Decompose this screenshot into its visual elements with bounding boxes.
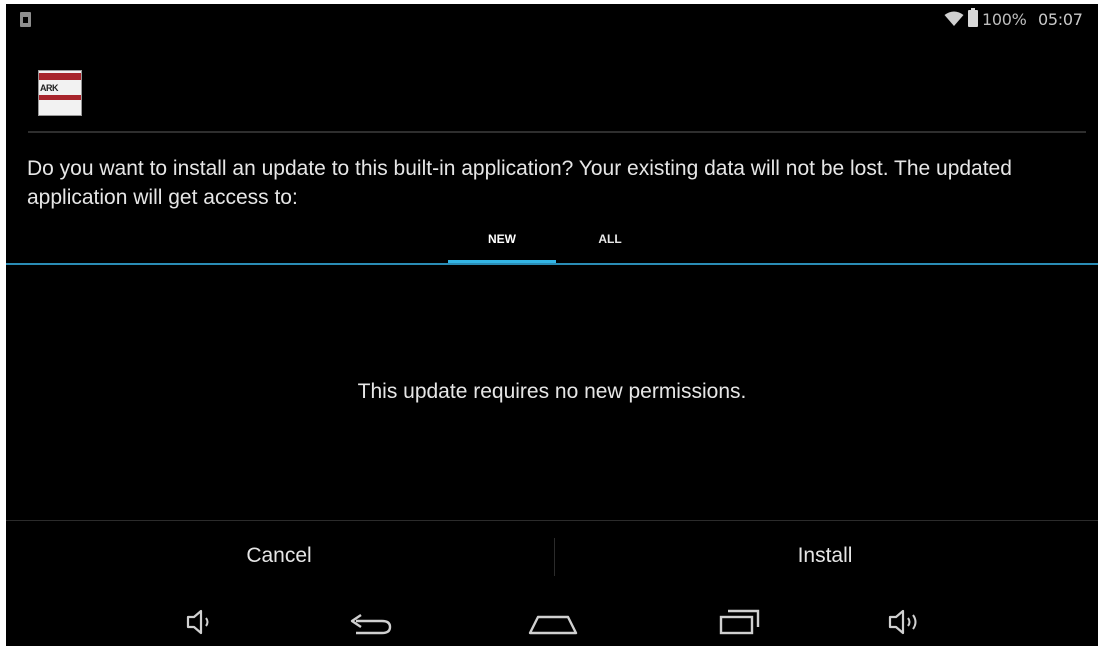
header-divider bbox=[28, 131, 1086, 133]
notification-icon bbox=[20, 12, 31, 27]
tab-all[interactable]: ALL bbox=[556, 226, 664, 264]
recents-icon[interactable] bbox=[716, 604, 764, 640]
install-button[interactable]: Install bbox=[552, 522, 1098, 590]
tab-new[interactable]: NEW bbox=[448, 226, 556, 264]
install-message: Do you want to install an update to this… bbox=[27, 157, 1012, 209]
install-screen: 100% 05:07 ARK Do you want to install an… bbox=[6, 4, 1098, 646]
cancel-button[interactable]: Cancel bbox=[6, 522, 552, 590]
battery-percent: 100% bbox=[982, 10, 1027, 29]
app-logo-icon: ARK bbox=[38, 70, 82, 116]
volume-up-icon[interactable] bbox=[886, 604, 922, 640]
permissions-message: This update requires no new permissions. bbox=[357, 380, 747, 403]
clock: 05:07 bbox=[1038, 10, 1083, 29]
back-icon[interactable] bbox=[344, 604, 394, 640]
status-bar: 100% 05:07 bbox=[6, 4, 1098, 36]
volume-down-icon[interactable] bbox=[184, 604, 214, 640]
tabs-divider bbox=[6, 263, 1098, 265]
wifi-icon bbox=[944, 11, 964, 26]
home-icon[interactable] bbox=[526, 604, 580, 640]
app-logo-text: ARK bbox=[40, 83, 59, 93]
battery-icon bbox=[968, 8, 978, 27]
button-bar-divider bbox=[6, 520, 1098, 521]
permission-tabs: NEW ALL bbox=[6, 226, 1098, 266]
